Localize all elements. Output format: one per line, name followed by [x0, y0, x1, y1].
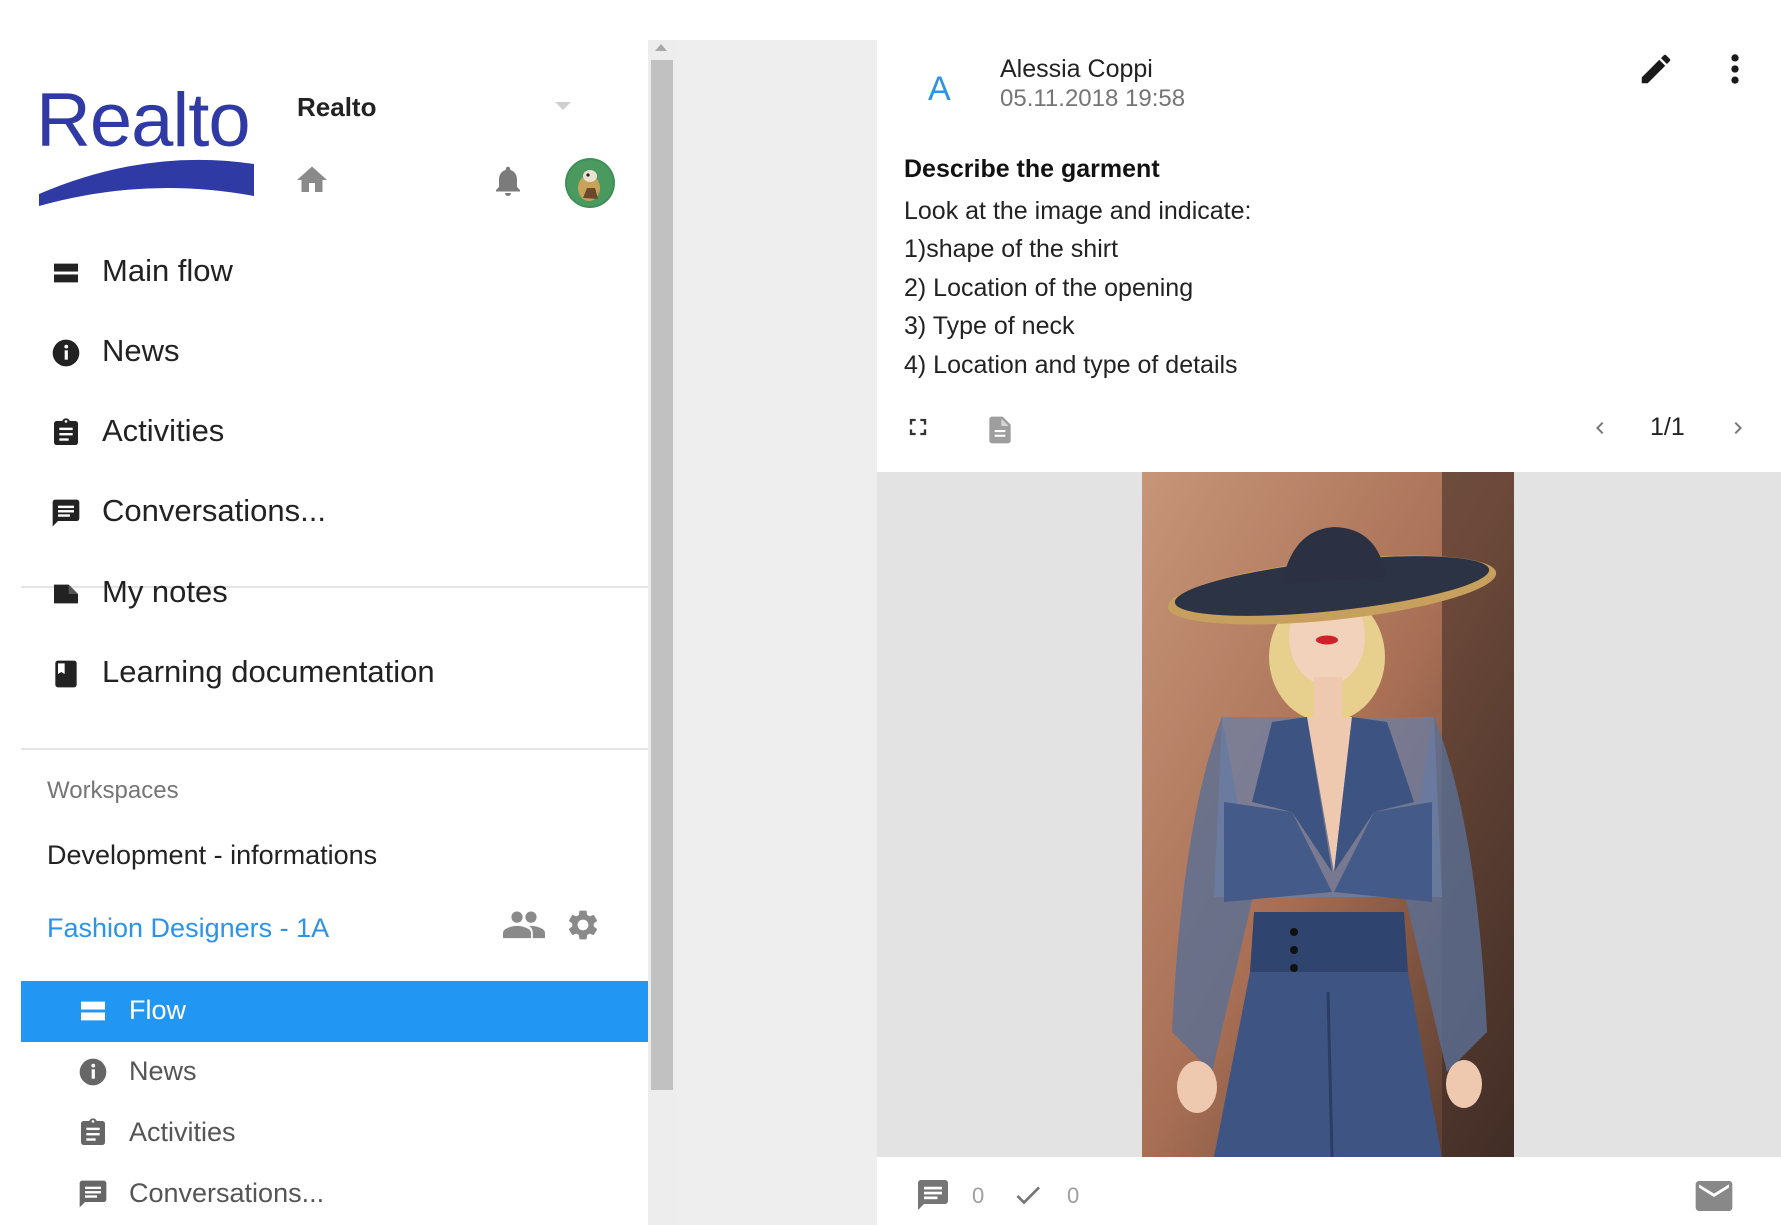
- check-icon[interactable]: [1010, 1179, 1046, 1211]
- assignment-icon: [81, 1118, 105, 1145]
- page-indicator: 1/1: [1650, 413, 1685, 441]
- chevron-down-icon[interactable]: [553, 100, 573, 112]
- nav-item-label: Activities: [102, 413, 225, 448]
- sub-item-label: Conversations...: [129, 1178, 325, 1208]
- assignment-icon: [54, 418, 78, 445]
- comment-icon[interactable]: [914, 1177, 952, 1213]
- mail-icon[interactable]: [1694, 1179, 1734, 1213]
- author-avatar-initial[interactable]: A: [928, 70, 951, 109]
- nav-item-conversations[interactable]: Conversations...: [0, 476, 648, 546]
- post-image-fashion-model[interactable]: [1142, 472, 1514, 1157]
- nav-item-label: Main flow: [102, 253, 233, 288]
- logo-swoosh: [39, 159, 254, 206]
- realto-logo[interactable]: Realto: [36, 78, 258, 208]
- home-icon[interactable]: [294, 162, 330, 198]
- book-icon: [55, 660, 77, 688]
- post-date: 05.11.2018 19:58: [1000, 85, 1186, 112]
- nav-item-my-notes[interactable]: My notes: [0, 557, 648, 627]
- sidebar: Realto Realto Main flow News Activities: [0, 40, 648, 1225]
- workspace-fashion-designers[interactable]: Fashion Designers - 1A: [47, 913, 329, 944]
- nav-divider: [21, 748, 648, 750]
- more-vert-icon[interactable]: [1720, 50, 1750, 88]
- comment-count: 0: [972, 1183, 985, 1208]
- sidebar-scrollbar[interactable]: [648, 40, 676, 1225]
- workspace-sub-item-activities[interactable]: Activities: [21, 1103, 648, 1164]
- post-body-line: Look at the image and indicate:: [904, 197, 1252, 225]
- scrollbar-thumb[interactable]: [651, 60, 673, 1090]
- user-avatar[interactable]: [565, 158, 615, 208]
- post-title: Describe the garment: [904, 155, 1160, 183]
- people-icon[interactable]: [503, 910, 545, 940]
- edit-pencil-icon[interactable]: [1637, 50, 1675, 88]
- nav-item-main-flow[interactable]: Main flow: [0, 236, 648, 306]
- chat-icon: [79, 1180, 107, 1208]
- notification-bell-icon[interactable]: [490, 162, 526, 200]
- view-stream-icon: [54, 263, 78, 283]
- post-footer: 0 0: [877, 1157, 1781, 1225]
- scroll-up-arrow-icon[interactable]: [655, 44, 667, 51]
- post-body: Look at the image and indicate: 1)shape …: [904, 192, 1251, 384]
- workspace-sub-item-news[interactable]: News: [21, 1042, 648, 1103]
- sub-item-label: Activities: [129, 1117, 236, 1147]
- post-body-line: 3) Type of neck: [904, 312, 1075, 341]
- info-icon: [52, 339, 80, 367]
- workspace-development-informations[interactable]: Development - informations: [47, 840, 377, 871]
- workspace-sub-item-flow[interactable]: Flow: [21, 981, 648, 1042]
- gear-icon[interactable]: [565, 907, 601, 943]
- org-name[interactable]: Realto: [297, 92, 376, 123]
- post-image-viewer[interactable]: [877, 472, 1781, 1157]
- info-icon: [79, 1058, 107, 1086]
- view-stream-icon: [81, 1001, 105, 1021]
- chat-icon: [52, 499, 80, 527]
- done-count: 0: [1067, 1183, 1080, 1208]
- workspace-sub-item-conversations[interactable]: Conversations...: [21, 1164, 648, 1225]
- nav-item-label: Conversations...: [102, 493, 326, 528]
- label-icon: [54, 584, 78, 604]
- nav-item-activities[interactable]: Activities: [0, 396, 648, 466]
- fullscreen-icon[interactable]: [904, 413, 932, 441]
- nav-item-label: My notes: [102, 574, 228, 609]
- post-body-line: 2) Location of the opening: [904, 273, 1194, 302]
- post-body-line: 1)shape of the shirt: [904, 235, 1119, 264]
- nav-item-label: News: [102, 333, 180, 368]
- content-gutter: [676, 40, 877, 1225]
- workspaces-header: Workspaces: [47, 777, 179, 804]
- chevron-left-icon[interactable]: [1588, 415, 1612, 441]
- post-card: A Alessia Coppi 05.11.2018 19:58 Describ…: [877, 40, 1781, 1225]
- nav-item-learning-documentation[interactable]: Learning documentation: [0, 637, 648, 707]
- post-body-line: 4) Location and type of details: [904, 350, 1238, 379]
- sub-item-label: News: [129, 1056, 197, 1086]
- document-icon[interactable]: [984, 412, 1016, 448]
- author-name[interactable]: Alessia Coppi: [1000, 55, 1153, 84]
- chevron-right-icon[interactable]: [1726, 415, 1750, 441]
- nav-item-news[interactable]: News: [0, 316, 648, 386]
- sub-item-label: Flow: [129, 995, 187, 1025]
- nav-item-label: Learning documentation: [102, 654, 435, 689]
